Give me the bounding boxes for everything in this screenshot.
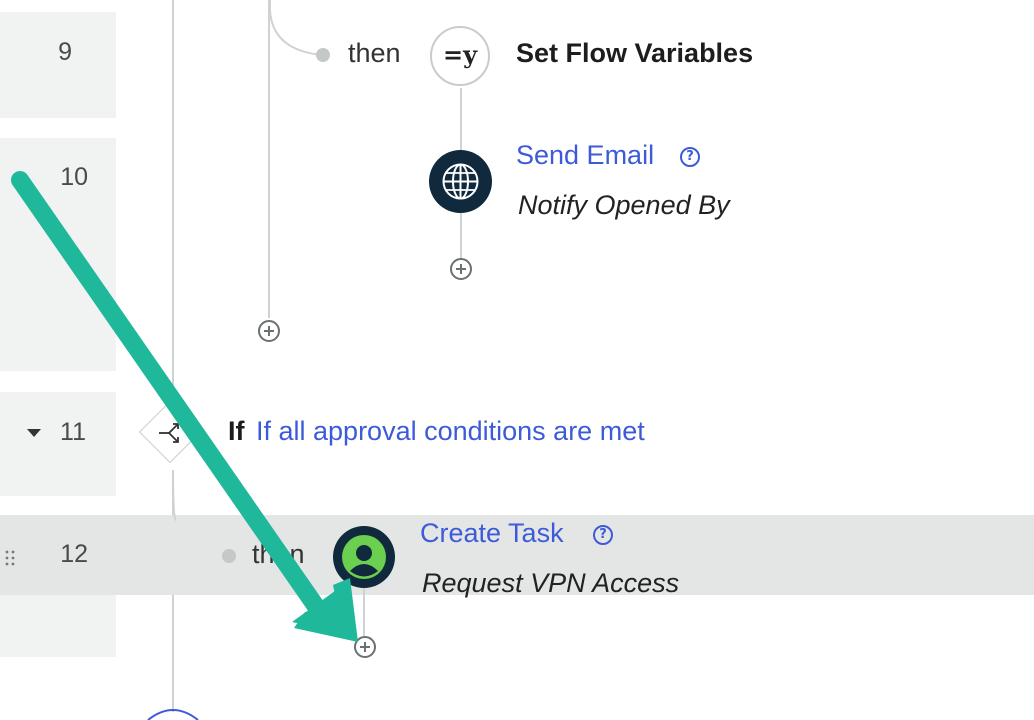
then-label: then: [252, 539, 305, 569]
flow-connectors: [147, 0, 462, 720]
create-task-icon: [333, 526, 395, 588]
branch-dot: [316, 48, 330, 62]
add-step-button[interactable]: [354, 636, 376, 658]
help-icon[interactable]: ?: [680, 147, 700, 167]
send-email-subtitle: Notify Opened By: [518, 190, 730, 220]
set-flow-variables-icon: =y: [430, 26, 490, 86]
create-task-subtitle: Request VPN Access: [422, 568, 680, 598]
send-email-link[interactable]: Send Email: [516, 140, 654, 171]
globe-icon: [429, 150, 492, 213]
condition-link[interactable]: If all approval conditions are met: [256, 416, 645, 447]
branch-dot: [222, 549, 236, 563]
condition-keyword: If: [228, 416, 245, 446]
then-label: then: [348, 38, 401, 68]
set-flow-variables-icon-text: =y: [442, 40, 478, 69]
set-flow-variables-title[interactable]: Set Flow Variables: [516, 38, 753, 69]
branch-icon: [159, 423, 179, 443]
add-step-button[interactable]: [450, 258, 472, 280]
create-task-link[interactable]: Create Task: [420, 518, 564, 549]
help-icon[interactable]: ?: [593, 525, 613, 545]
add-step-button[interactable]: [258, 320, 280, 342]
